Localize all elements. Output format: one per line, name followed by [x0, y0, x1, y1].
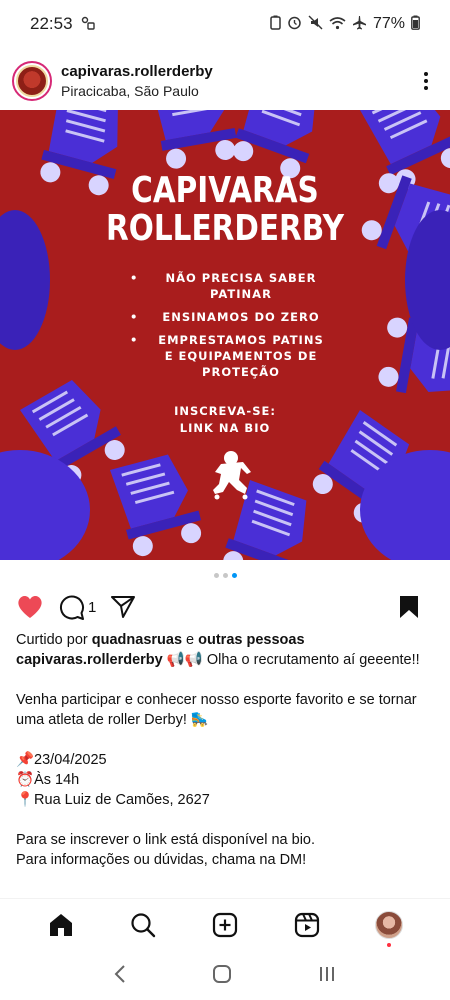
- like-button[interactable]: [16, 594, 44, 620]
- mute-icon: [308, 15, 323, 33]
- carousel-indicator: [0, 573, 450, 578]
- derby-player-icon: [213, 451, 251, 500]
- nav-create[interactable]: [209, 909, 241, 941]
- profile-notification-dot: [387, 942, 391, 947]
- liked-by-user[interactable]: quadnasruas: [92, 632, 182, 648]
- wifi-icon: [329, 16, 346, 33]
- profile-avatar[interactable]: [375, 910, 403, 939]
- caption-paragraph: Venha participar e conhecer nosso esport…: [16, 692, 417, 728]
- post-location[interactable]: Piracicaba, São Paulo: [61, 83, 213, 99]
- liked-by-others[interactable]: outras pessoas: [198, 632, 304, 648]
- caption-text: 📢📢 Olha o recrutamento aí geeente!!: [162, 652, 420, 668]
- recent-apps-icon[interactable]: [317, 964, 337, 989]
- system-navigation: [0, 952, 450, 1000]
- post-actions: 1: [0, 589, 450, 625]
- comment-count: 1: [88, 598, 97, 616]
- status-time: 22:53: [30, 14, 73, 33]
- caption-info-1: Para se inscrever o link está disponível…: [16, 832, 316, 848]
- caption-info-2: Para informações ou dúvidas, chama na DM…: [16, 852, 307, 868]
- liked-by-mid: e: [182, 632, 199, 648]
- post-author-username[interactable]: capivaras.rollerderby: [61, 63, 213, 80]
- caption-first-line: capivaras.rollerderby 📢📢 Olha o recrutam…: [16, 650, 440, 670]
- bullet-3: EMPRESTAMOS PATINS E EQUIPAMENTOS DE PRO…: [158, 333, 324, 379]
- carousel-dot: [222, 573, 228, 578]
- more-options-icon[interactable]: [414, 66, 438, 96]
- caption-address: 📍Rua Luiz de Camões, 2627: [16, 792, 210, 808]
- battery-saver-icon: [270, 15, 281, 33]
- battery-percent: 77%: [372, 15, 405, 32]
- alarm-icon: [287, 15, 302, 33]
- post-header: capivaras.rollerderby Piracicaba, São Pa…: [0, 56, 450, 106]
- home-icon[interactable]: [48, 912, 74, 938]
- nav-profile[interactable]: [373, 909, 405, 947]
- status-bar: 22:53 77%: [0, 0, 450, 48]
- carousel-dot-active: [231, 573, 237, 578]
- bottom-navigation: [0, 898, 450, 950]
- caption-date: 📌23/04/2025: [16, 752, 107, 768]
- cta-line1: INSCREVA-SE:: [174, 404, 276, 418]
- image-title: CAPIVARAS ROLLERDERBY: [41, 172, 410, 248]
- reels-icon[interactable]: [294, 912, 320, 938]
- image-cta: INSCREVA-SE: LINK NA BIO: [0, 403, 450, 437]
- image-title-line2: ROLLERDERBY: [105, 208, 345, 249]
- bullet-1: NÃO PRECISA SABER PATINAR: [165, 271, 317, 301]
- home-button-icon[interactable]: [212, 964, 232, 989]
- nav-reels[interactable]: [291, 909, 323, 941]
- bookmark-icon[interactable]: [398, 594, 420, 620]
- post-author-avatar[interactable]: [12, 61, 52, 101]
- caption-username[interactable]: capivaras.rollerderby: [16, 652, 163, 668]
- create-icon[interactable]: [212, 912, 238, 938]
- save-button[interactable]: [398, 594, 420, 620]
- image-bullets: • NÃO PRECISA SABER PATINAR • ENSINAMOS DO…: [130, 270, 330, 387]
- comment-button[interactable]: 1: [58, 594, 96, 621]
- notification-icon: [81, 16, 95, 33]
- nav-search[interactable]: [127, 909, 159, 941]
- nav-home[interactable]: [45, 909, 77, 941]
- post-image[interactable]: CAPIVARAS ROLLERDERBY • NÃO PRECISA SABER…: [0, 110, 450, 560]
- post-caption: Curtido por quadnasruas e outras pessoas…: [16, 630, 440, 870]
- battery-icon: [411, 15, 420, 33]
- bullet-2: ENSINAMOS DO ZERO: [162, 310, 320, 324]
- liked-by: Curtido por quadnasruas e outras pessoas: [16, 630, 440, 650]
- liked-by-prefix: Curtido por: [16, 632, 92, 648]
- heart-icon[interactable]: [16, 594, 44, 620]
- caption-time: ⏰Às 14h: [16, 772, 80, 788]
- comment-icon[interactable]: [58, 594, 85, 621]
- airplane-icon: [352, 15, 367, 33]
- image-title-line1: CAPIVARAS: [131, 170, 319, 211]
- cta-line2: LINK NA BIO: [179, 421, 271, 435]
- back-icon[interactable]: [113, 964, 127, 989]
- share-button[interactable]: [110, 595, 136, 619]
- share-icon[interactable]: [110, 595, 136, 619]
- carousel-dot: [213, 573, 219, 578]
- search-icon[interactable]: [130, 912, 156, 938]
